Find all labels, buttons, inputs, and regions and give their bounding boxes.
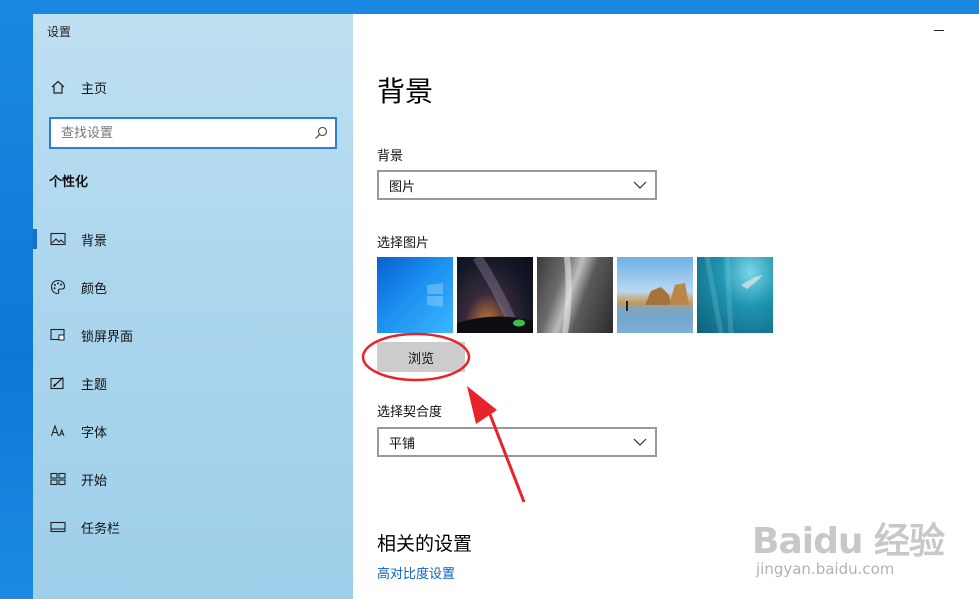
fit-select-value: 平铺 (389, 436, 416, 452)
window-title: 设置 (47, 25, 72, 39)
taskbar-icon (49, 518, 67, 536)
palette-icon (49, 278, 67, 296)
minimize-icon (934, 29, 944, 31)
nav-home[interactable]: 主页 (49, 77, 107, 97)
page-title: 背景 (377, 75, 434, 108)
picture-thumbnails (377, 257, 773, 333)
theme-icon (49, 374, 67, 392)
sidebar-item-taskbar[interactable]: 任务栏 (33, 507, 353, 547)
sidebar-item-label: 主题 (81, 377, 108, 393)
high-contrast-link[interactable]: 高对比度设置 (377, 563, 455, 582)
sidebar-item-label: 颜色 (81, 281, 108, 297)
picture-thumbnail[interactable] (377, 257, 453, 333)
picture-thumbnail[interactable] (697, 257, 773, 333)
picture-thumbnail[interactable] (617, 257, 693, 333)
sidebar-item-fonts[interactable]: 字体 (33, 411, 353, 451)
sidebar-item-label: 锁屏界面 (81, 329, 134, 345)
background-select[interactable]: 图片 (377, 170, 657, 200)
sidebar-item-background[interactable]: 背景 (33, 219, 353, 259)
start-icon (49, 470, 67, 488)
chevron-down-icon (633, 435, 647, 450)
sidebar: 设置 主页 个性化 背景 颜色 (33, 14, 353, 599)
picture-thumbnail[interactable] (537, 257, 613, 333)
fit-select[interactable]: 平铺 (377, 427, 657, 457)
home-icon (49, 78, 67, 96)
search-box[interactable] (49, 117, 337, 149)
sidebar-item-label: 开始 (81, 473, 108, 489)
browse-button[interactable]: 浏览 (377, 342, 465, 372)
search-input[interactable] (51, 119, 307, 147)
sidebar-item-label: 字体 (81, 425, 108, 441)
lock-screen-icon (49, 326, 67, 344)
related-settings-title: 相关的设置 (377, 533, 473, 555)
search-icon[interactable] (307, 126, 335, 140)
chevron-down-icon (633, 178, 647, 193)
sidebar-item-label: 背景 (81, 233, 108, 249)
sidebar-item-colors[interactable]: 颜色 (33, 267, 353, 307)
watermark: Baidu 经验 jingyan.baidu.com (752, 512, 945, 578)
picture-thumbnail[interactable] (457, 257, 533, 333)
sidebar-item-lock-screen[interactable]: 锁屏界面 (33, 315, 353, 355)
sidebar-item-themes[interactable]: 主题 (33, 363, 353, 403)
font-icon (49, 422, 67, 440)
section-title: 个性化 (49, 175, 89, 190)
fit-label: 选择契合度 (377, 405, 443, 420)
watermark-logo: Baidu 经验 (752, 521, 945, 562)
background-select-value: 图片 (389, 179, 416, 195)
sidebar-item-start[interactable]: 开始 (33, 459, 353, 499)
sidebar-item-label: 任务栏 (81, 521, 121, 537)
minimize-button[interactable] (927, 20, 951, 40)
nav-home-label: 主页 (81, 81, 108, 97)
choose-picture-label: 选择图片 (377, 236, 430, 251)
picture-icon (49, 230, 67, 248)
background-label: 背景 (377, 149, 404, 164)
